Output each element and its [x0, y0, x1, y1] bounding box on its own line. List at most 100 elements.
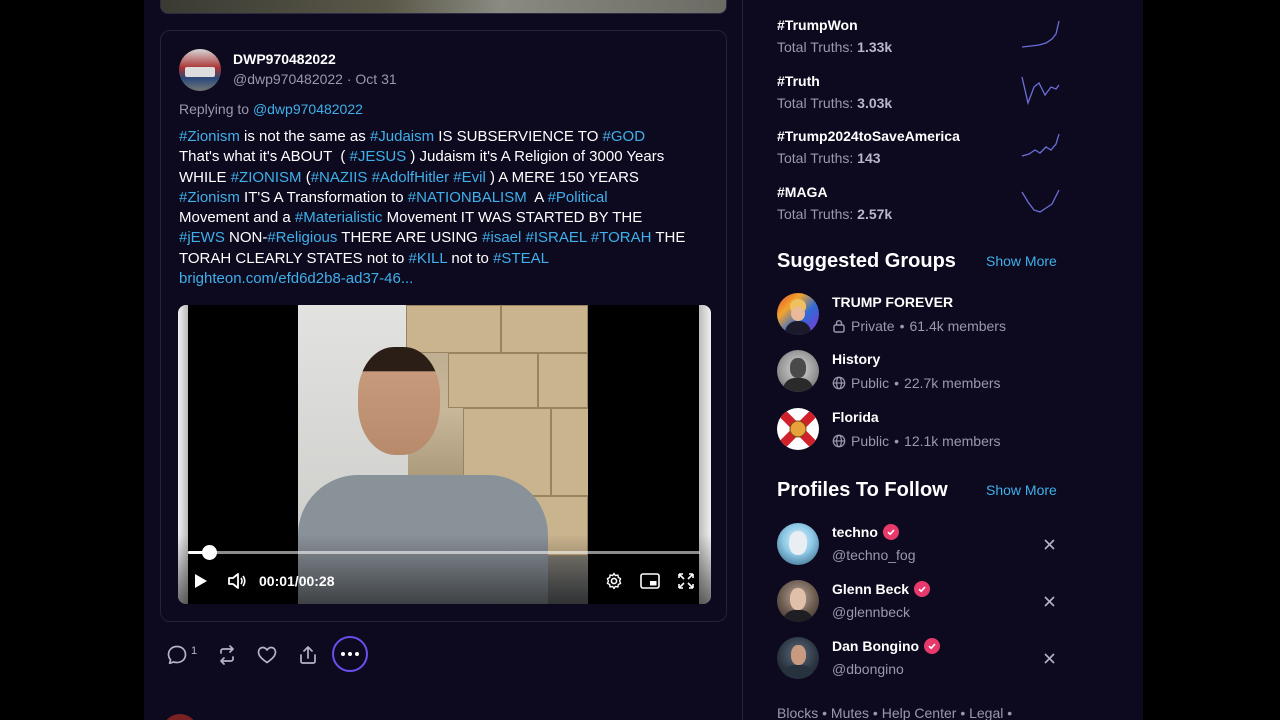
group-avatar[interactable]: [777, 350, 819, 392]
fullscreen-icon[interactable]: [676, 571, 696, 591]
hashtag-link[interactable]: #AdolfHitler: [372, 169, 450, 186]
hashtag-link[interactable]: #NAZIIS: [311, 169, 368, 186]
app-shell: DWP970482022 @dwp970482022 · Oct 31 Repl…: [144, 0, 1143, 720]
group-name[interactable]: TRUMP FOREVER: [832, 294, 953, 310]
hashtag-link[interactable]: #ZIONISM: [231, 169, 302, 186]
profile-handle: @dbongino: [832, 661, 904, 677]
trend-item[interactable]: #Truth Total Truths: 3.03k: [777, 73, 1067, 117]
profile-avatar[interactable]: [777, 637, 819, 679]
post-body-line: #jEWS NON-#Religious THERE ARE USING #is…: [179, 228, 719, 248]
dismiss-close-icon[interactable]: [1041, 536, 1057, 552]
dismiss-close-icon[interactable]: [1041, 650, 1057, 666]
share-icon: [300, 646, 316, 664]
hashtag-link[interactable]: #STEAL: [493, 250, 549, 267]
hashtag-link[interactable]: #ISRAEL: [526, 229, 587, 246]
sparkline-icon: [1021, 189, 1060, 213]
profile-item[interactable]: Glenn Beck @glennbeck: [777, 580, 1067, 624]
hashtag-link[interactable]: #NATIONBALISM: [408, 189, 527, 206]
video-seek-bar[interactable]: [188, 551, 700, 554]
hashtag-link[interactable]: #GOD: [603, 128, 646, 145]
hashtag-link[interactable]: #Zionism: [179, 189, 240, 206]
profile-avatar[interactable]: [777, 523, 819, 565]
footer-links[interactable]: Blocks • Mutes • Help Center • Legal •: [777, 705, 1012, 720]
reply-button[interactable]: 1: [166, 636, 197, 674]
external-link[interactable]: brighteon.com/efd6d2b8-ad37-46...: [179, 270, 413, 287]
trend-item[interactable]: #MAGA Total Truths: 2.57k: [777, 184, 1067, 228]
replying-to-mention[interactable]: @dwp970482022: [253, 101, 363, 117]
dismiss-close-icon[interactable]: [1041, 593, 1057, 609]
group-name[interactable]: History: [832, 351, 880, 367]
hashtag-link[interactable]: #jEWS: [179, 229, 225, 246]
hashtag-link[interactable]: #KILL: [409, 250, 448, 267]
author-name[interactable]: DWP970482022: [233, 51, 336, 67]
video-box: [501, 305, 588, 353]
avatar-coat: [783, 378, 813, 392]
hashtag-link[interactable]: #TORAH: [591, 229, 652, 246]
hashtag-link[interactable]: #Evil: [453, 169, 486, 186]
video-player[interactable]: 00:01/00:28: [178, 305, 711, 604]
next-post-avatar[interactable]: [162, 714, 198, 720]
profile-item[interactable]: Dan Bongino @dbongino: [777, 637, 1067, 681]
profile-name-text[interactable]: techno: [832, 524, 878, 540]
trend-count: Total Truths: 2.57k: [777, 206, 892, 222]
profile-item[interactable]: techno @techno_fog: [777, 523, 1067, 567]
group-avatar[interactable]: [777, 408, 819, 450]
group-item[interactable]: History Public • 22.7k members: [777, 350, 1067, 394]
trend-tag[interactable]: #TrumpWon: [777, 17, 858, 33]
trend-count-label: Total Truths:: [777, 95, 858, 111]
group-item[interactable]: TRUMP FOREVER Private • 61.4k members: [777, 293, 1067, 337]
group-name[interactable]: Florida: [832, 409, 879, 425]
profile-handle: @techno_fog: [832, 547, 916, 563]
group-item[interactable]: Florida Public • 12.1k members: [777, 408, 1067, 452]
profile-name[interactable]: techno: [832, 524, 899, 540]
previous-post-media[interactable]: [160, 0, 727, 14]
trend-count-label: Total Truths:: [777, 206, 858, 222]
trend-item[interactable]: #Trump2024toSaveAmerica Total Truths: 14…: [777, 128, 1067, 172]
heart-icon: [257, 646, 277, 664]
trend-tag[interactable]: #Truth: [777, 73, 820, 89]
group-avatar[interactable]: [777, 293, 819, 335]
hashtag-link[interactable]: #Religious: [267, 229, 337, 246]
video-person-head: [358, 347, 440, 455]
profiles-show-more-link[interactable]: Show More: [986, 482, 1057, 498]
profile-name[interactable]: Dan Bongino: [832, 638, 941, 654]
hashtag-link[interactable]: #Zionism: [179, 128, 240, 145]
suggested-groups-title: Suggested Groups: [777, 250, 956, 272]
profile-name-text[interactable]: Dan Bongino: [832, 638, 919, 654]
post-text: THERE ARE USING: [337, 229, 483, 247]
profile-name[interactable]: Glenn Beck: [832, 581, 931, 597]
trend-count-value: 143: [857, 150, 881, 166]
volume-icon[interactable]: [227, 571, 247, 591]
trend-tag[interactable]: #Trump2024toSaveAmerica: [777, 128, 960, 144]
hashtag-link[interactable]: #JESUS: [350, 148, 407, 165]
group-meta: Public • 22.7k members: [832, 375, 1001, 391]
avatar-shirt: [782, 665, 814, 679]
hashtag-link[interactable]: #isael: [482, 229, 521, 246]
groups-show-more-link[interactable]: Show More: [986, 253, 1057, 269]
quoted-post-card[interactable]: DWP970482022 @dwp970482022 · Oct 31 Repl…: [160, 30, 727, 622]
avatar[interactable]: [179, 49, 221, 91]
trend-tag[interactable]: #MAGA: [777, 184, 828, 200]
like-button[interactable]: [256, 636, 278, 674]
settings-gear-icon[interactable]: [604, 571, 624, 591]
play-icon[interactable]: [191, 571, 211, 591]
post-body-line: TORAH CLEARLY STATES not to #KILL not to…: [179, 249, 719, 269]
trend-item[interactable]: #TrumpWon Total Truths: 1.33k: [777, 17, 1067, 61]
sparkline-icon: [1021, 20, 1060, 48]
trend-count: Total Truths: 3.03k: [777, 95, 892, 111]
video-seek-handle[interactable]: [202, 545, 217, 560]
hashtag-link[interactable]: #Materialistic: [295, 209, 383, 226]
group-members: 61.4k members: [909, 318, 1006, 334]
profile-name-text[interactable]: Glenn Beck: [832, 581, 909, 597]
more-options-button[interactable]: [332, 636, 368, 672]
profile-avatar[interactable]: [777, 580, 819, 622]
post-body-line: #Zionism IT'S A Transformation to #NATIO…: [179, 188, 719, 208]
video-time: 00:01/00:28: [259, 573, 335, 589]
verified-badge-icon: [924, 638, 941, 654]
share-button[interactable]: [297, 636, 319, 674]
hashtag-link[interactable]: #Judaism: [370, 128, 434, 145]
repost-button[interactable]: [216, 636, 238, 674]
picture-in-picture-icon[interactable]: [640, 571, 660, 591]
hashtag-link[interactable]: #Political: [548, 189, 608, 206]
post-text: Movement IT WAS STARTED BY THE: [382, 209, 643, 227]
